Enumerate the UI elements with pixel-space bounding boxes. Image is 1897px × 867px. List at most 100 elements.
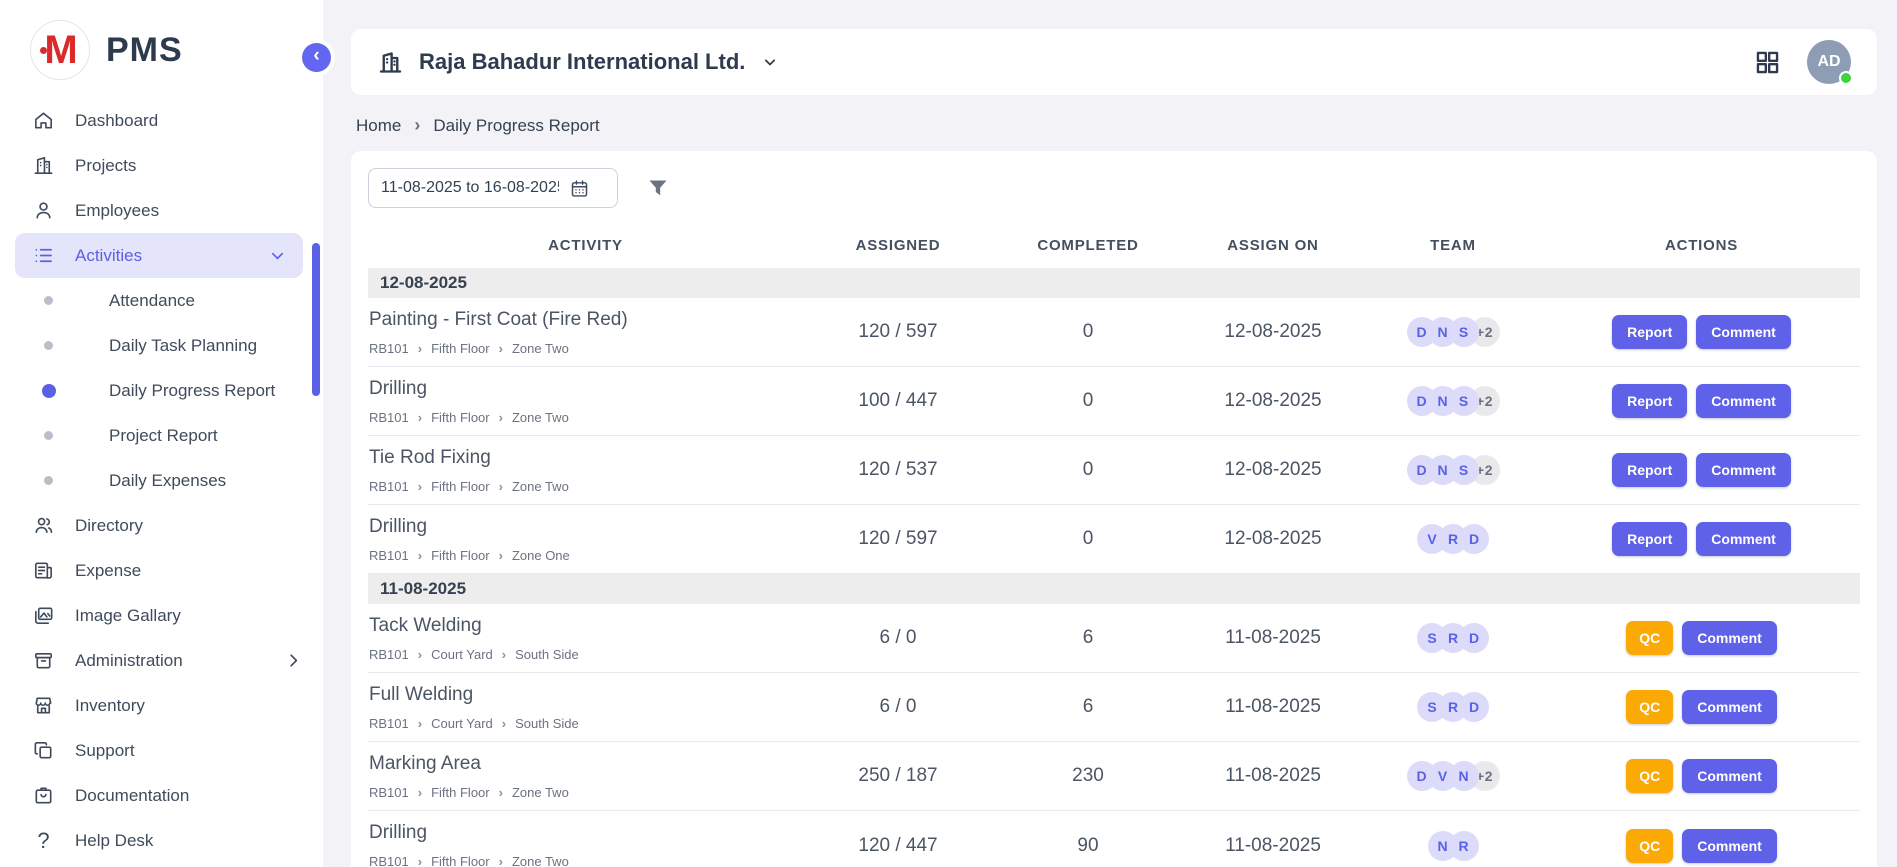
- row-actions: QC Comment: [1543, 621, 1860, 655]
- sidebar-item-employees[interactable]: Employees: [0, 188, 323, 233]
- team-avatars: D N S +2: [1363, 386, 1543, 416]
- sidebar-item-help-desk[interactable]: ? Help Desk: [0, 818, 323, 863]
- team-avatar[interactable]: S: [1417, 623, 1447, 653]
- comment-button[interactable]: Comment: [1682, 621, 1777, 655]
- row-actions: Report Comment: [1543, 522, 1860, 556]
- sidebar-subitem-daily-task-planning[interactable]: Daily Task Planning: [0, 323, 323, 368]
- sidebar-subitem-project-report[interactable]: Project Report: [0, 413, 323, 458]
- chevron-right-icon: [499, 479, 503, 494]
- activity-path: RB101 Fifth Floor Zone Two: [369, 479, 803, 494]
- date-group-header: 12-08-2025: [368, 268, 1860, 298]
- team-avatar[interactable]: D: [1407, 317, 1437, 347]
- team-avatar[interactable]: N: [1428, 831, 1458, 861]
- calendar-icon: [569, 178, 590, 199]
- subitem-label: Daily Progress Report: [109, 381, 275, 401]
- breadcrumb: Home Daily Progress Report: [356, 115, 1897, 136]
- path-zone: Zone Two: [512, 479, 569, 494]
- comment-button[interactable]: Comment: [1682, 690, 1777, 724]
- activity-title: Tie Rod Fixing: [369, 447, 803, 469]
- comment-button[interactable]: Comment: [1682, 759, 1777, 793]
- comment-button[interactable]: Comment: [1696, 453, 1791, 487]
- filter-icon[interactable]: [646, 176, 670, 200]
- subitem-label: Daily Expenses: [109, 471, 226, 491]
- sidebar-subitem-attendance[interactable]: Attendance: [0, 278, 323, 323]
- sidebar-item-inventory[interactable]: Inventory: [0, 683, 323, 728]
- home-icon: [32, 109, 55, 132]
- report-button[interactable]: Report: [1612, 384, 1687, 418]
- sidebar-item-image-gallary[interactable]: Image Gallary: [0, 593, 323, 638]
- sidebar-subitem-daily-progress-report[interactable]: Daily Progress Report: [0, 368, 323, 413]
- completed-value: 90: [993, 835, 1183, 857]
- row-actions: QC Comment: [1543, 759, 1860, 793]
- report-button[interactable]: Report: [1612, 453, 1687, 487]
- team-avatars: S R D: [1363, 692, 1543, 722]
- sidebar-subitem-daily-expenses[interactable]: Daily Expenses: [0, 458, 323, 503]
- store-icon: [32, 694, 55, 717]
- sidebar-item-support[interactable]: Support: [0, 728, 323, 773]
- col-assign-on: ASSIGN ON: [1183, 237, 1363, 254]
- date-range-picker[interactable]: [368, 168, 618, 208]
- qc-button[interactable]: QC: [1626, 829, 1673, 863]
- report-button[interactable]: Report: [1612, 315, 1687, 349]
- col-completed: COMPLETED: [993, 237, 1183, 254]
- assign-on-value: 12-08-2025: [1183, 321, 1363, 343]
- path-floor: Court Yard: [431, 716, 493, 731]
- activity-title: Full Welding: [369, 684, 803, 706]
- activity-path: RB101 Fifth Floor Zone One: [369, 548, 803, 563]
- team-avatar[interactable]: D: [1407, 761, 1437, 791]
- sidebar-item-documentation[interactable]: Documentation: [0, 773, 323, 818]
- breadcrumb-home[interactable]: Home: [356, 116, 401, 136]
- path-project: RB101: [369, 716, 409, 731]
- team-avatars: D N S +2: [1363, 317, 1543, 347]
- date-group-header: 11-08-2025: [368, 574, 1860, 604]
- brand-logo[interactable]: M PMS: [0, 0, 323, 90]
- path-project: RB101: [369, 479, 409, 494]
- table-row: Full Welding RB101 Court Yard South Side…: [368, 673, 1860, 742]
- company-selector[interactable]: Raja Bahadur International Ltd.: [377, 49, 780, 76]
- activity-title: Drilling: [369, 378, 803, 400]
- sidebar-scrollbar-thumb[interactable]: [312, 243, 320, 396]
- assigned-value: 120 / 447: [803, 835, 993, 857]
- comment-button[interactable]: Comment: [1682, 829, 1777, 863]
- path-floor: Court Yard: [431, 647, 493, 662]
- date-range-input[interactable]: [381, 179, 559, 197]
- sidebar-item-expense[interactable]: Expense: [0, 548, 323, 593]
- person-icon: [32, 199, 55, 222]
- chevron-right-icon: [499, 341, 503, 356]
- qc-button[interactable]: QC: [1626, 690, 1673, 724]
- comment-button[interactable]: Comment: [1696, 384, 1791, 418]
- comment-button[interactable]: Comment: [1696, 315, 1791, 349]
- report-button[interactable]: Report: [1612, 522, 1687, 556]
- sidebar-item-label: Image Gallary: [75, 606, 181, 626]
- team-avatar[interactable]: V: [1417, 524, 1447, 554]
- path-floor: Fifth Floor: [431, 548, 490, 563]
- path-floor: Fifth Floor: [431, 341, 490, 356]
- assigned-value: 120 / 597: [803, 321, 993, 343]
- book-icon: [32, 784, 55, 807]
- path-zone: Zone Two: [512, 854, 569, 867]
- sidebar-item-activities[interactable]: Activities: [15, 233, 303, 278]
- sidebar-item-administration[interactable]: Administration: [0, 638, 323, 683]
- sidebar-item-dashboard[interactable]: Dashboard: [0, 98, 323, 143]
- sidebar-item-projects[interactable]: Projects: [0, 143, 323, 188]
- row-actions: QC Comment: [1543, 690, 1860, 724]
- team-avatar[interactable]: D: [1407, 386, 1437, 416]
- path-project: RB101: [369, 548, 409, 563]
- qc-button[interactable]: QC: [1626, 621, 1673, 655]
- path-zone: Zone Two: [512, 341, 569, 356]
- breadcrumb-current: Daily Progress Report: [433, 116, 599, 136]
- assign-on-value: 12-08-2025: [1183, 528, 1363, 550]
- qc-button[interactable]: QC: [1626, 759, 1673, 793]
- sidebar-item-directory[interactable]: Directory: [0, 503, 323, 548]
- user-avatar[interactable]: AD: [1807, 40, 1851, 84]
- chevron-right-icon: [499, 548, 503, 563]
- sidebar: M PMS Dashboard Projects Employees: [0, 0, 323, 867]
- assigned-value: 120 / 537: [803, 459, 993, 481]
- chevron-right-icon: [499, 854, 503, 867]
- team-avatar[interactable]: D: [1407, 455, 1437, 485]
- team-avatar[interactable]: S: [1417, 692, 1447, 722]
- apps-grid-icon[interactable]: [1754, 49, 1781, 76]
- report-card: ACTIVITY ASSIGNED COMPLETED ASSIGN ON TE…: [351, 151, 1877, 867]
- sidebar-collapse-button[interactable]: ‹: [302, 43, 331, 72]
- comment-button[interactable]: Comment: [1696, 522, 1791, 556]
